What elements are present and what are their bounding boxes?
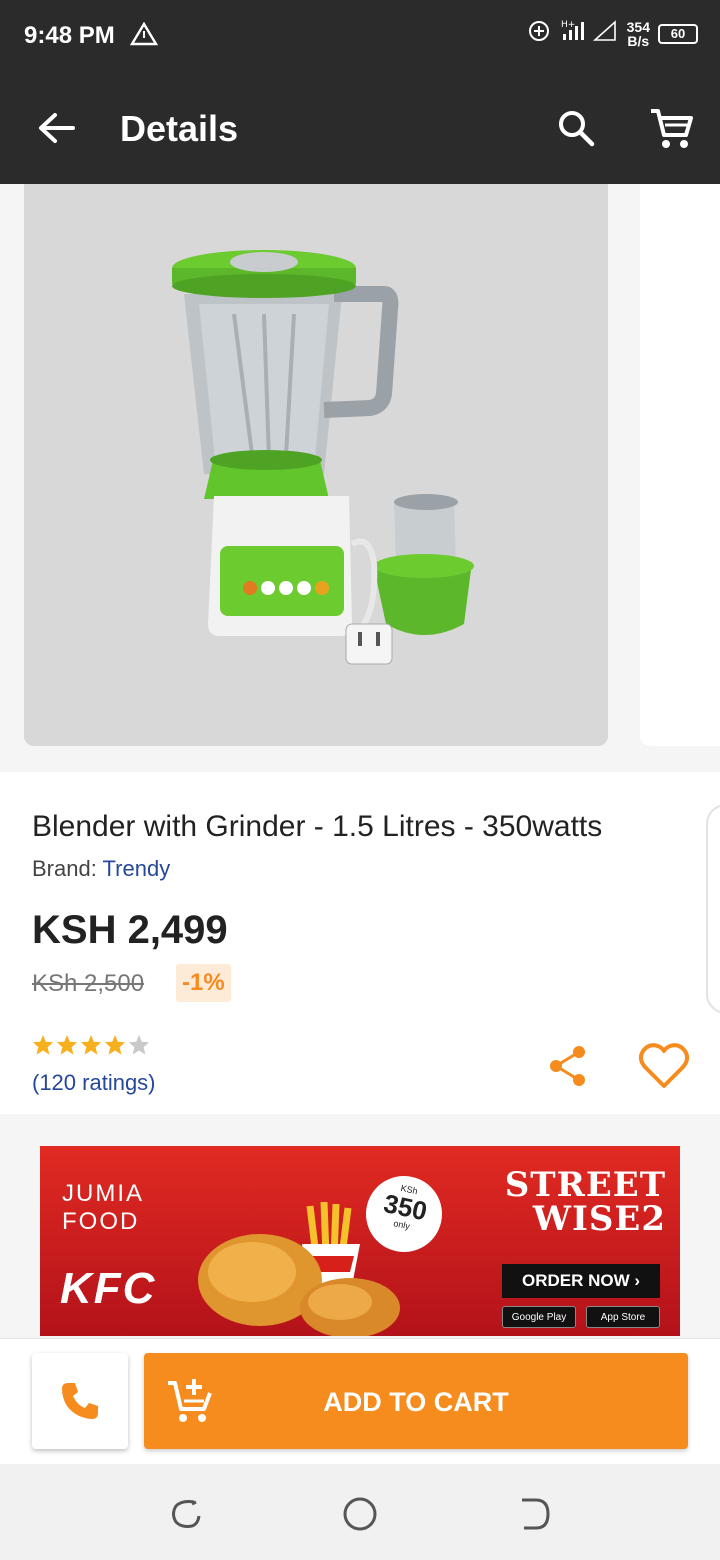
rating-stars: [32, 1034, 150, 1056]
search-button[interactable]: [552, 104, 600, 152]
add-to-cart-button[interactable]: ADD TO CART: [144, 1353, 688, 1449]
streetwise-headline: STREET WISE2: [466, 1168, 666, 1236]
ratings-link[interactable]: (120 ratings): [32, 1070, 156, 1096]
product-image[interactable]: [24, 184, 608, 746]
old-price: KSh 2,500: [32, 970, 145, 997]
net-speed-unit: B/s: [627, 32, 650, 49]
star-filled-icon: [56, 1034, 78, 1055]
jumia-text: JUMIA: [62, 1180, 144, 1207]
share-button[interactable]: [546, 1044, 590, 1088]
alert-triangle-icon: [129, 21, 159, 51]
food-text: FOOD: [62, 1208, 140, 1235]
discount-badge: -1%: [176, 964, 231, 1002]
data-saver-icon: [527, 19, 551, 48]
call-button[interactable]: [32, 1353, 128, 1449]
status-bar: 9:48 PM H+ 354 B/s 60: [0, 0, 720, 72]
promo-banner[interactable]: JUMIA FOOD KFC KSh 350 only STREET WISE2…: [40, 1146, 680, 1336]
svg-text:H+: H+: [561, 20, 575, 30]
recents-icon: [172, 1500, 201, 1528]
brand-label: Brand:: [32, 856, 97, 881]
star-filled-icon: [80, 1034, 102, 1055]
battery-level: 60: [670, 26, 686, 41]
kfc-logo: KFC: [60, 1264, 157, 1313]
current-price: KSH 2,499: [32, 908, 228, 952]
jumia-food-logo: JUMIA FOOD: [62, 1180, 144, 1236]
system-nav-bar: [0, 1464, 720, 1560]
app-store-badge[interactable]: App Store: [586, 1306, 660, 1328]
star-empty-icon: [128, 1034, 150, 1055]
product-info: Blender with Grinder - 1.5 Litres - 350w…: [0, 772, 720, 1114]
headline-line2: WISE2: [532, 1199, 666, 1239]
cart-button[interactable]: [646, 104, 696, 154]
signal-icon: H+: [559, 18, 619, 49]
google-play-badge[interactable]: Google Play: [502, 1306, 576, 1328]
side-panel-tab[interactable]: [706, 804, 720, 1014]
brand-line: Brand: Trendy: [32, 856, 170, 882]
status-time: 9:48 PM: [24, 22, 115, 49]
back-nav-icon: [522, 1498, 550, 1530]
home-icon: [343, 1497, 377, 1531]
net-speed: 354 B/s: [627, 20, 650, 48]
star-filled-icon: [104, 1034, 126, 1055]
page-title: Details: [120, 108, 239, 149]
blender-illustration: [172, 250, 474, 665]
heart-icon: [638, 1043, 690, 1088]
recents-button[interactable]: [166, 1494, 206, 1534]
bottom-action-bar: ADD TO CART: [0, 1338, 720, 1464]
favorite-button[interactable]: [638, 1042, 690, 1090]
brand-link[interactable]: Trendy: [103, 856, 171, 881]
product-title: Blender with Grinder - 1.5 Litres - 350w…: [32, 810, 603, 843]
share-icon: [550, 1046, 585, 1086]
phone-icon: [62, 1383, 98, 1419]
app-bar: Details: [0, 72, 720, 184]
product-gallery[interactable]: [0, 184, 720, 772]
order-now-button[interactable]: ORDER NOW ›: [502, 1264, 660, 1298]
search-icon: [559, 111, 595, 147]
back-nav-button[interactable]: [514, 1494, 554, 1534]
status-icons: H+ 354 B/s 60: [527, 18, 698, 49]
battery-icon: 60: [658, 23, 698, 44]
back-arrow-icon: [39, 113, 75, 143]
add-to-cart-label: ADD TO CART: [323, 1387, 509, 1417]
home-button[interactable]: [340, 1494, 380, 1534]
back-button[interactable]: [32, 104, 80, 152]
next-image-peek[interactable]: [640, 184, 720, 746]
cart-icon: [651, 109, 693, 148]
star-filled-icon: [32, 1034, 54, 1055]
